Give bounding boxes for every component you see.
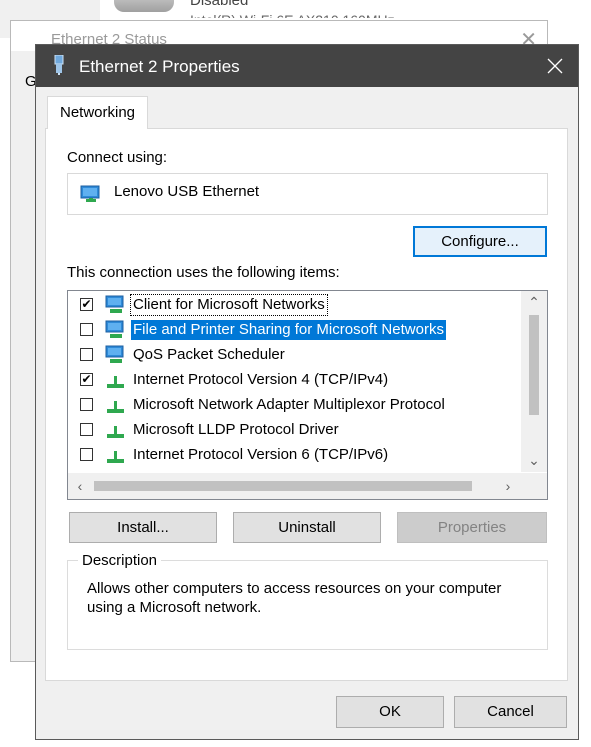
list-item-lldp[interactable]: Microsoft LLDP Protocol Driver [68, 418, 528, 442]
items-label: This connection uses the following items… [67, 264, 340, 281]
description-text: Allows other computers to access resourc… [87, 580, 502, 616]
protocol-icon [107, 451, 124, 463]
close-button[interactable] [532, 45, 578, 87]
checkbox-lldp[interactable] [80, 423, 93, 436]
checkbox-file-printer-sharing[interactable] [80, 323, 93, 336]
protocol-icon [107, 376, 124, 388]
vertical-scroll-thumb[interactable] [529, 315, 539, 415]
properties-dialog: Ethernet 2 Properties Networking Connect… [35, 44, 579, 740]
adapter-image [114, 0, 174, 12]
network-service-icon [105, 320, 124, 338]
protocol-icon [107, 401, 124, 413]
ok-button[interactable]: OK [336, 696, 444, 728]
list-item-label: Client for Microsoft Networks [130, 294, 328, 316]
checkbox-multiplexor[interactable] [80, 398, 93, 411]
chevron-right-icon[interactable]: › [496, 473, 520, 499]
components-list[interactable]: ✔ Client for Microsoft Networks File and… [67, 290, 548, 500]
adapter-field: Lenovo USB Ethernet [67, 173, 548, 215]
install-button[interactable]: Install... [69, 512, 217, 543]
adapter-name: Lenovo USB Ethernet [114, 183, 260, 200]
list-item-ipv6[interactable]: Internet Protocol Version 6 (TCP/IPv6) [68, 443, 528, 467]
list-item-label: Microsoft Network Adapter Multiplexor Pr… [133, 396, 445, 413]
network-adapter-icon [80, 185, 100, 202]
tab-networking[interactable]: Networking [47, 96, 148, 129]
cancel-button[interactable]: Cancel [454, 696, 567, 728]
checkbox-qos-scheduler[interactable] [80, 348, 93, 361]
list-item-label: Internet Protocol Version 4 (TCP/IPv4) [133, 371, 389, 388]
checkbox-ipv6[interactable] [80, 448, 93, 461]
network-client-icon [105, 295, 124, 313]
list-item-ipv4[interactable]: ✔ Internet Protocol Version 4 (TCP/IPv4) [68, 368, 528, 392]
network-service-icon [105, 345, 124, 363]
configure-button[interactable]: Configure... [413, 226, 547, 257]
uninstall-button[interactable]: Uninstall [233, 512, 381, 543]
list-item-label: Microsoft LLDP Protocol Driver [133, 421, 339, 438]
protocol-icon [107, 426, 124, 438]
connect-using-label: Connect using: [67, 149, 168, 166]
dialog-title: Ethernet 2 Properties [79, 57, 240, 76]
chevron-down-icon[interactable]: ⌄ [521, 449, 547, 471]
horizontal-scrollbar[interactable]: ‹ › [68, 473, 547, 499]
horizontal-scroll-thumb[interactable] [94, 481, 472, 491]
list-item-label: QoS Packet Scheduler [133, 346, 285, 363]
dialog-titlebar[interactable]: Ethernet 2 Properties [36, 45, 578, 87]
chevron-up-icon[interactable]: ⌃ [521, 291, 547, 313]
list-item-label: File and Printer Sharing for Microsoft N… [131, 320, 446, 340]
list-item-client-networks[interactable]: ✔ Client for Microsoft Networks [68, 293, 528, 317]
list-item-qos-scheduler[interactable]: QoS Packet Scheduler [68, 343, 528, 367]
list-item-file-printer-sharing[interactable]: File and Printer Sharing for Microsoft N… [68, 318, 528, 342]
properties-button: Properties [397, 512, 547, 543]
description-label: Description [78, 552, 162, 569]
background-status: Disabled [190, 0, 249, 9]
background-adapter-info: Disabled Intel(R) Wi-Fi 6E AX210 160MHz [100, 0, 591, 20]
list-item-multiplexor[interactable]: Microsoft Network Adapter Multiplexor Pr… [68, 393, 528, 417]
checkbox-client-networks[interactable]: ✔ [80, 298, 93, 311]
vertical-scrollbar[interactable]: ⌃ ⌄ [521, 291, 547, 472]
close-icon [547, 58, 563, 74]
ethernet-icon [54, 55, 64, 75]
checkbox-ipv4[interactable]: ✔ [80, 373, 93, 386]
chevron-left-icon[interactable]: ‹ [68, 473, 92, 499]
list-item-label: Internet Protocol Version 6 (TCP/IPv6) [133, 446, 389, 463]
